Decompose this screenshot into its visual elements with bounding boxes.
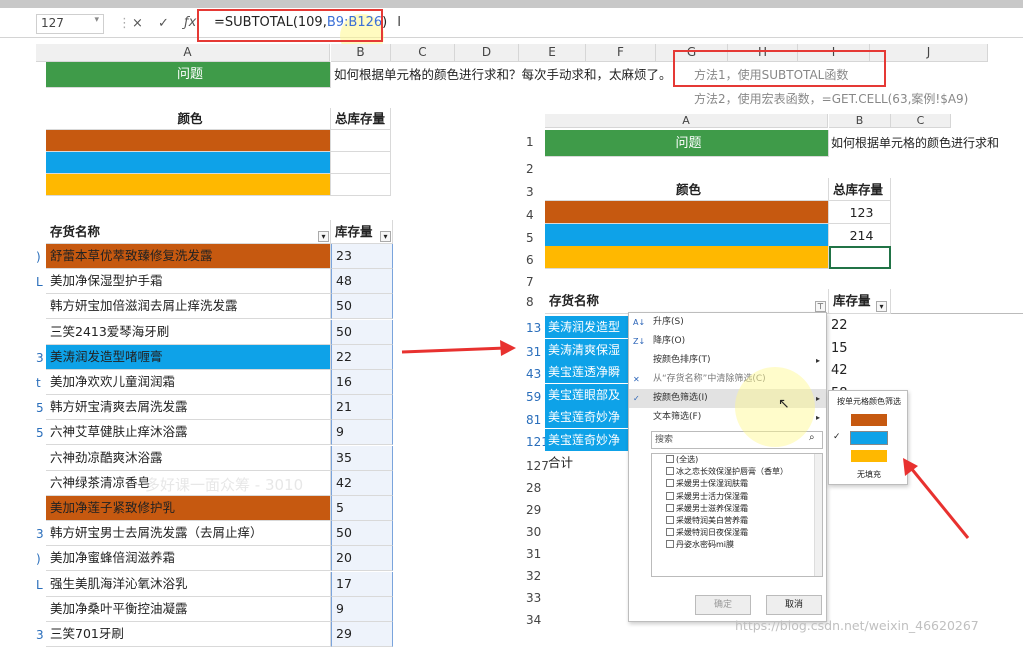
arrow-left-to-right-head [500,340,516,356]
annotation-arrows [401,340,970,539]
arrow-left-to-right [401,346,507,354]
watermark-url: https://blog.csdn.net/weixin_46620267 [735,618,979,633]
arrow-to-color-menu [909,467,970,539]
